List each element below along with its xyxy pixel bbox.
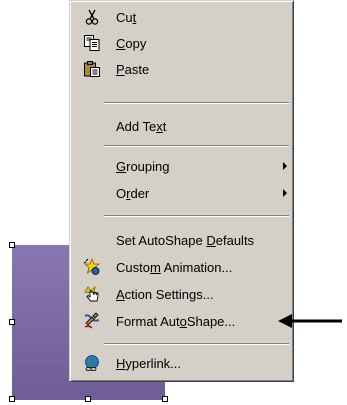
menu-item-order[interactable]: Order [73,180,290,206]
menu-item-label: Paste [116,61,150,77]
menu-separator [104,343,289,345]
menu-item-label: Set AutoShape Defaults [116,232,255,248]
copy-icon [84,35,100,51]
animation-icon [83,258,101,275]
menu-item-format-autoshape[interactable]: Format AutoShape... [73,308,290,334]
menu-separator [104,215,289,217]
menu-separator [104,145,289,147]
resize-handle-middle-left[interactable] [9,319,15,325]
menu-item-label: Action Settings... [116,286,214,302]
menu-item-add-text[interactable]: Add Text [73,113,290,139]
resize-handle-top-left[interactable] [9,242,15,248]
menu-item-label: Copy [116,35,147,51]
menu-item-label: Cut [116,9,137,25]
action-hand-icon [84,285,99,302]
menu-item-label: Order [116,185,150,201]
format-brush-icon [84,312,100,329]
menu-item-paste[interactable]: Paste [73,56,290,82]
annotation-arrow-icon [278,314,342,328]
menu-item-action-settings[interactable]: Action Settings... [73,281,290,307]
menu-item-label: Format AutoShape... [116,313,236,329]
submenu-arrow-icon [283,162,287,170]
menu-item-label: Hyperlink... [116,355,182,371]
resize-handle-bottom-left[interactable] [9,396,15,402]
menu-item-set-autoshape-defaults[interactable]: Set AutoShape Defaults [73,227,290,253]
menu-separator [104,102,289,104]
resize-handle-bottom-middle[interactable] [85,396,91,402]
context-menu: Cut Copy Paste Add Text Grouping Order S… [69,0,294,382]
menu-item-label: Custom Animation... [116,259,233,275]
submenu-arrow-icon [283,189,287,197]
menu-item-copy[interactable]: Copy [73,30,290,56]
menu-item-label: Grouping [116,158,170,174]
resize-handle-bottom-right[interactable] [162,396,168,402]
hyperlink-globe-icon [85,355,99,371]
menu-item-hyperlink[interactable]: Hyperlink... [73,350,290,376]
menu-item-grouping[interactable]: Grouping [73,153,290,179]
paste-icon [84,61,100,77]
menu-item-custom-animation[interactable]: Custom Animation... [73,254,290,280]
scissors-icon [85,9,99,25]
menu-item-cut[interactable]: Cut [73,4,290,30]
menu-item-label: Add Text [116,118,167,134]
